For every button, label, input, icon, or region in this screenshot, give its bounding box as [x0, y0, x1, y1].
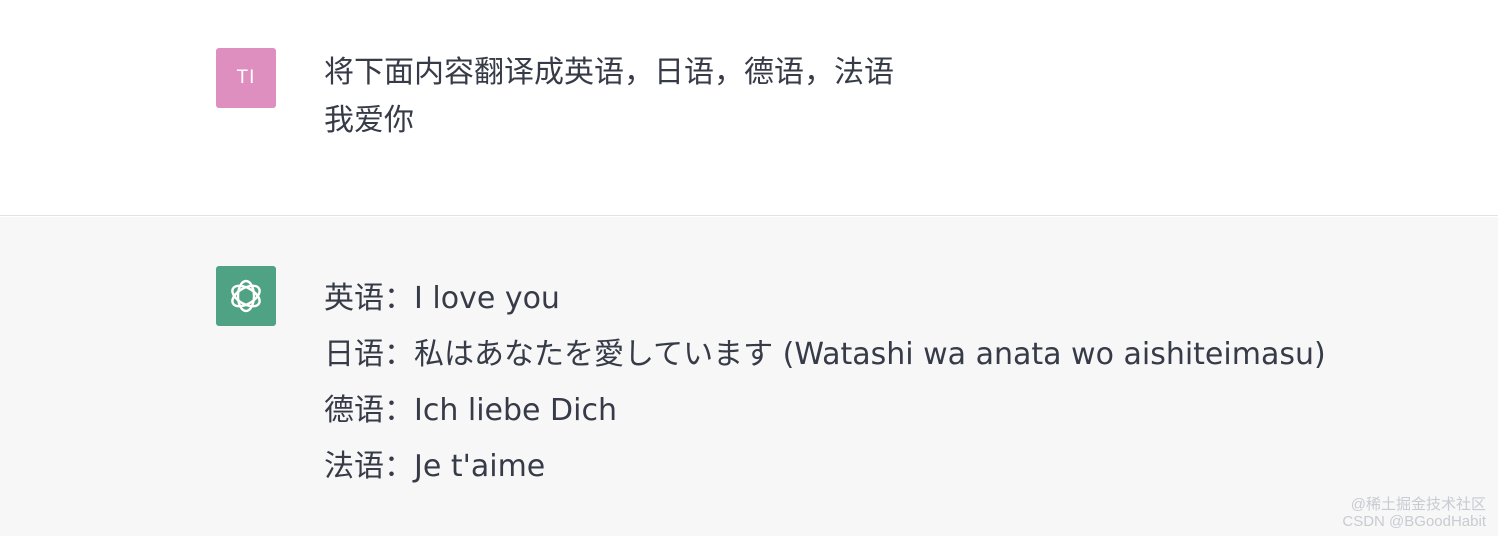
watermark-line-1: @稀土掘金技术社区 — [1350, 496, 1486, 513]
user-message-row: TI 将下面内容翻译成英语，日语，德语，法语 我爱你 — [0, 0, 1498, 216]
assistant-avatar — [216, 266, 276, 326]
translation-german: 德语：Ich liebe Dich — [324, 393, 617, 428]
watermark: @稀土掘金技术社区 CSDN @BGoodHabit — [1342, 496, 1486, 530]
translation-english: 英语：I love you — [324, 281, 560, 316]
user-avatar-initials: TI — [236, 67, 256, 88]
user-message-text: 将下面内容翻译成英语，日语，德语，法语 我爱你 — [324, 49, 894, 145]
watermark-line-2: CSDN @BGoodHabit — [1342, 513, 1486, 530]
assistant-message-text: 英语：I love you 日语：私はあなたを愛しています (Watashi w… — [324, 271, 1326, 495]
translation-french: 法语：Je t'aime — [324, 449, 546, 484]
user-message-line: 将下面内容翻译成英语，日语，德语，法语 — [324, 55, 894, 90]
user-avatar: TI — [216, 48, 276, 108]
translation-japanese: 日语：私はあなたを愛しています (Watashi wa anata wo ais… — [324, 337, 1326, 372]
openai-logo-icon — [231, 279, 261, 313]
user-message-line: 我爱你 — [324, 103, 414, 138]
chat-page: TI 将下面内容翻译成英语，日语，德语，法语 我爱你 英语：I love you… — [0, 0, 1498, 536]
assistant-message-row: 英语：I love you 日语：私はあなたを愛しています (Watashi w… — [0, 217, 1498, 536]
